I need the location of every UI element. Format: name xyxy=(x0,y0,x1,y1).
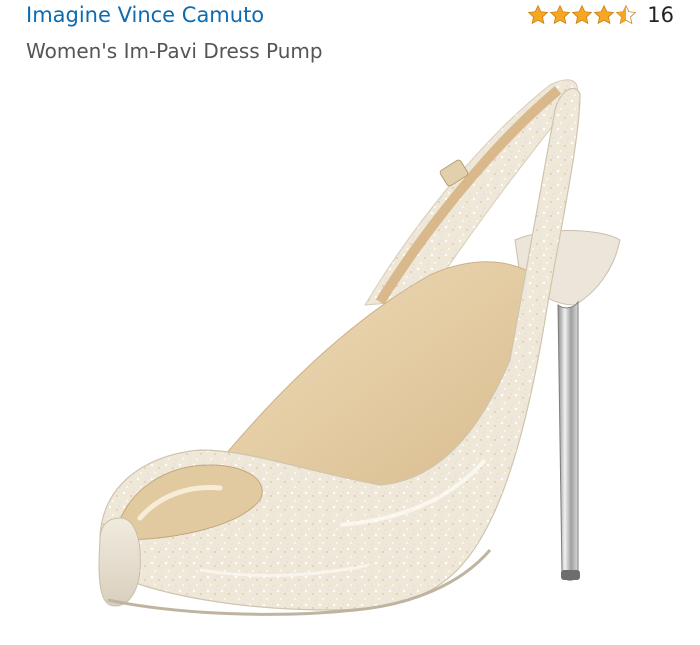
review-count: 16 xyxy=(647,3,674,27)
star-full-icon xyxy=(571,4,593,25)
product-title: Women's Im-Pavi Dress Pump xyxy=(26,39,323,63)
brand-link[interactable]: Imagine Vince Camuto xyxy=(26,0,264,30)
star-half-icon xyxy=(615,4,637,25)
star-rating xyxy=(527,4,637,26)
rating-summary[interactable]: 16 xyxy=(527,0,674,30)
product-shoe-image[interactable] xyxy=(80,70,640,635)
star-full-icon xyxy=(593,4,615,25)
star-full-icon xyxy=(549,4,571,25)
star-full-icon xyxy=(527,4,549,25)
